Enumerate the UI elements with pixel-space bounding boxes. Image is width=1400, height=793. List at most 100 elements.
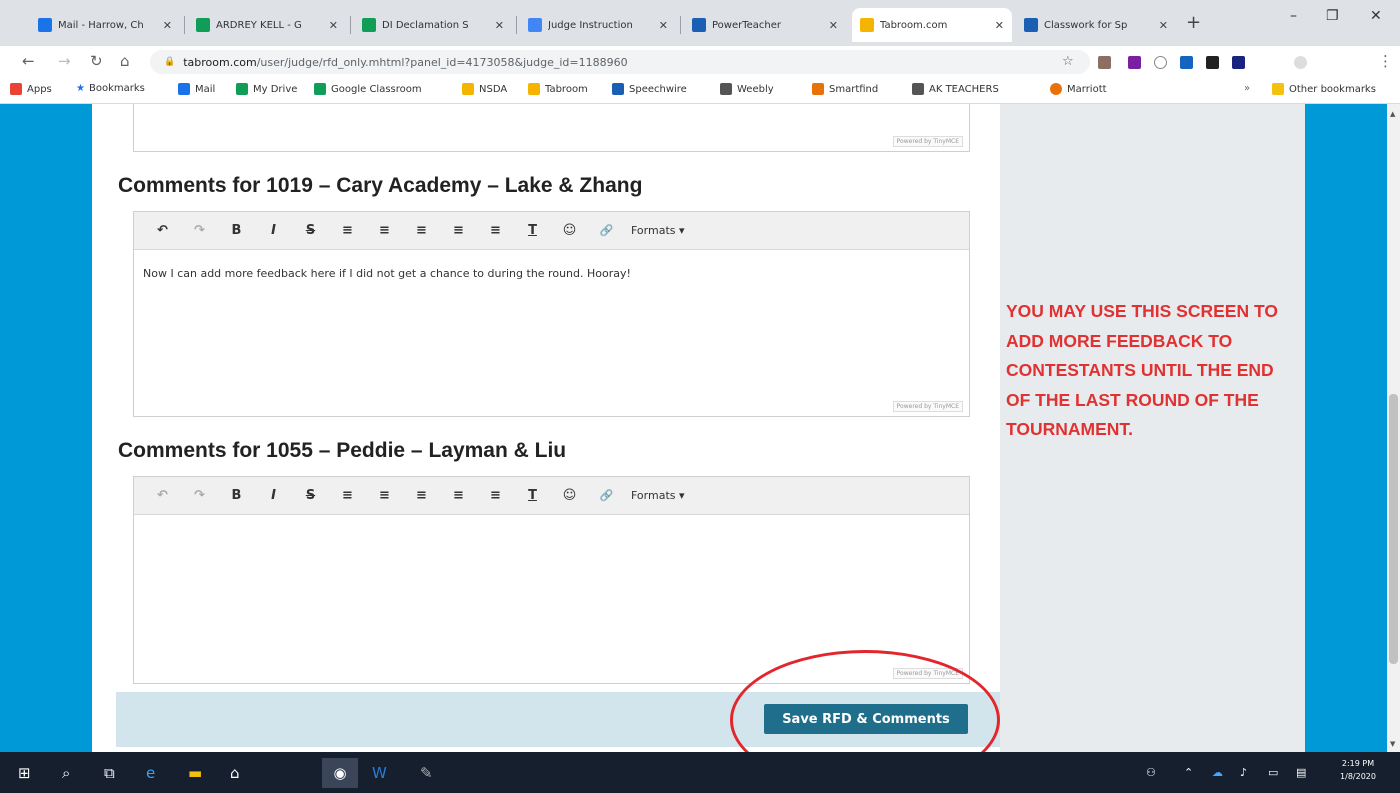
indent-icon[interactable]: ≡ [440, 223, 477, 238]
tab-close-icon[interactable]: ✕ [1159, 19, 1168, 32]
notification-icon[interactable]: ▤ [1296, 766, 1306, 779]
extension-icon[interactable] [1154, 56, 1167, 69]
formats-dropdown[interactable]: Formats ▾ [631, 489, 685, 502]
strikethrough-button[interactable]: S [292, 223, 329, 238]
align-right-icon[interactable]: ≡ [403, 223, 440, 238]
bookmark-bookmarks[interactable]: ★ Bookmarks [76, 83, 145, 94]
extension-icon[interactable] [1128, 56, 1141, 69]
paint-icon[interactable]: ✎ [420, 764, 433, 782]
tab-close-icon[interactable]: ✕ [495, 19, 504, 32]
emoji-icon[interactable]: ☺ [551, 223, 588, 238]
tab-close-icon[interactable]: ✕ [163, 19, 172, 32]
link-icon[interactable]: 🔗 [588, 224, 625, 237]
scroll-thumb[interactable] [1389, 394, 1398, 664]
emoji-icon[interactable]: ☺ [551, 488, 588, 503]
system-clock[interactable]: 2:19 PM 1/8/2020 [1328, 757, 1388, 783]
tab-ardrey-kell[interactable]: ARDREY KELL - G ✕ [188, 8, 346, 42]
edge-icon[interactable]: e [146, 764, 155, 782]
outdent-icon[interactable]: ≡ [477, 488, 514, 503]
tab-mail[interactable]: Mail - Harrow, Ch ✕ [30, 8, 180, 42]
undo-icon[interactable]: ↶ [144, 223, 181, 238]
windows-taskbar: ⊞ ⌕ ⧉ e ▬ ⌂ ◉ W ✎ ⚇ ⌃ ☁ ♪ ▭ ▤ 2:19 PM 1/… [0, 752, 1400, 793]
bookmark-smartfind[interactable]: Smartfind [812, 83, 878, 95]
scroll-up-icon[interactable]: ▲ [1390, 110, 1395, 118]
italic-button[interactable]: I [255, 223, 292, 238]
extension-icon[interactable] [1232, 56, 1245, 69]
undo-icon[interactable]: ↶ [144, 488, 181, 503]
file-explorer-icon[interactable]: ▬ [188, 764, 202, 782]
tab-close-icon[interactable]: ✕ [329, 19, 338, 32]
network-icon[interactable]: ▭ [1268, 766, 1278, 779]
clear-format-icon[interactable]: T [514, 223, 551, 238]
new-tab-button[interactable]: + [1186, 12, 1201, 33]
bookmarks-overflow-icon[interactable]: » [1244, 83, 1250, 94]
chevron-up-icon[interactable]: ⌃ [1184, 766, 1193, 779]
align-center-icon[interactable]: ≡ [366, 488, 403, 503]
store-icon[interactable]: ⌂ [230, 764, 240, 782]
bookmark-marriott[interactable]: Marriott [1050, 83, 1107, 95]
profile-avatar-icon[interactable] [1294, 56, 1307, 69]
speechwire-icon [612, 83, 624, 95]
tab-powerteacher[interactable]: PowerTeacher ✕ [684, 8, 846, 42]
clear-format-icon[interactable]: T [514, 488, 551, 503]
italic-button[interactable]: I [255, 488, 292, 503]
indent-icon[interactable]: ≡ [440, 488, 477, 503]
bookmark-other[interactable]: Other bookmarks [1272, 83, 1376, 95]
tab-close-icon[interactable]: ✕ [659, 19, 668, 32]
previous-comments-editor[interactable]: Powered by TinyMCE [133, 104, 970, 152]
onedrive-icon[interactable]: ☁ [1212, 766, 1223, 779]
bookmark-ak-teachers[interactable]: AK TEACHERS [912, 83, 999, 95]
extension-icon[interactable] [1206, 56, 1219, 69]
strikethrough-button[interactable]: S [292, 488, 329, 503]
powered-by-label: Powered by TinyMCE [892, 136, 963, 147]
forward-arrow-icon[interactable]: → [58, 52, 71, 70]
bookmark-star-icon[interactable]: ☆ [1062, 54, 1074, 69]
back-arrow-icon[interactable]: ← [22, 52, 35, 70]
outdent-icon[interactable]: ≡ [477, 223, 514, 238]
align-left-icon[interactable]: ≡ [329, 223, 366, 238]
tab-tabroom[interactable]: Tabroom.com ✕ [852, 8, 1012, 42]
comment-text-area[interactable] [134, 515, 969, 665]
bookmark-google-classroom[interactable]: Google Classroom [314, 83, 422, 95]
word-icon[interactable]: W [372, 764, 387, 782]
bookmark-apps[interactable]: Apps [10, 83, 52, 95]
formats-dropdown[interactable]: Formats ▾ [631, 224, 685, 237]
tab-di-declamation[interactable]: DI Declamation S ✕ [354, 8, 512, 42]
bold-button[interactable]: B [218, 223, 255, 238]
search-icon[interactable]: ⌕ [62, 764, 70, 782]
windows-start-icon[interactable]: ⊞ [18, 764, 31, 782]
redo-icon[interactable]: ↷ [181, 223, 218, 238]
tab-close-icon[interactable]: ✕ [995, 19, 1004, 32]
bookmark-my-drive[interactable]: My Drive [236, 83, 297, 95]
chrome-icon[interactable]: ◉ [322, 758, 358, 788]
bookmark-weebly[interactable]: Weebly [720, 83, 774, 95]
tab-close-icon[interactable]: ✕ [829, 19, 838, 32]
scroll-down-icon[interactable]: ▼ [1390, 740, 1395, 748]
reload-icon[interactable]: ↻ [90, 52, 103, 70]
extension-icon[interactable] [1180, 56, 1193, 69]
extension-icon[interactable] [1098, 56, 1111, 69]
close-window-button[interactable]: ✕ [1370, 8, 1382, 24]
tab-classwork[interactable]: Classwork for Sp ✕ [1016, 8, 1176, 42]
bookmark-speechwire[interactable]: Speechwire [612, 83, 687, 95]
align-left-icon[interactable]: ≡ [329, 488, 366, 503]
home-icon[interactable]: ⌂ [120, 52, 130, 70]
bookmark-mail[interactable]: Mail [178, 83, 215, 95]
tab-judge-instructions[interactable]: Judge Instruction ✕ [520, 8, 676, 42]
task-view-icon[interactable]: ⧉ [104, 764, 115, 782]
align-right-icon[interactable]: ≡ [403, 488, 440, 503]
maximize-button[interactable]: ❐ [1326, 8, 1339, 24]
bold-button[interactable]: B [218, 488, 255, 503]
link-icon[interactable]: 🔗 [588, 489, 625, 502]
align-center-icon[interactable]: ≡ [366, 223, 403, 238]
scrollbar[interactable]: ▲ ▼ [1387, 104, 1400, 752]
menu-kebab-icon[interactable]: ⋮ [1378, 52, 1393, 70]
comment-text-area[interactable]: Now I can add more feedback here if I di… [134, 250, 969, 297]
bookmark-tabroom[interactable]: Tabroom [528, 83, 588, 95]
redo-icon[interactable]: ↷ [181, 488, 218, 503]
volume-icon[interactable]: ♪ [1240, 766, 1247, 779]
url-input[interactable]: 🔒 tabroom.com/user/judge/rfd_only.mhtml?… [150, 50, 1090, 74]
people-icon[interactable]: ⚇ [1146, 766, 1156, 779]
bookmark-nsda[interactable]: NSDA [462, 83, 507, 95]
minimize-button[interactable]: – [1290, 8, 1297, 24]
